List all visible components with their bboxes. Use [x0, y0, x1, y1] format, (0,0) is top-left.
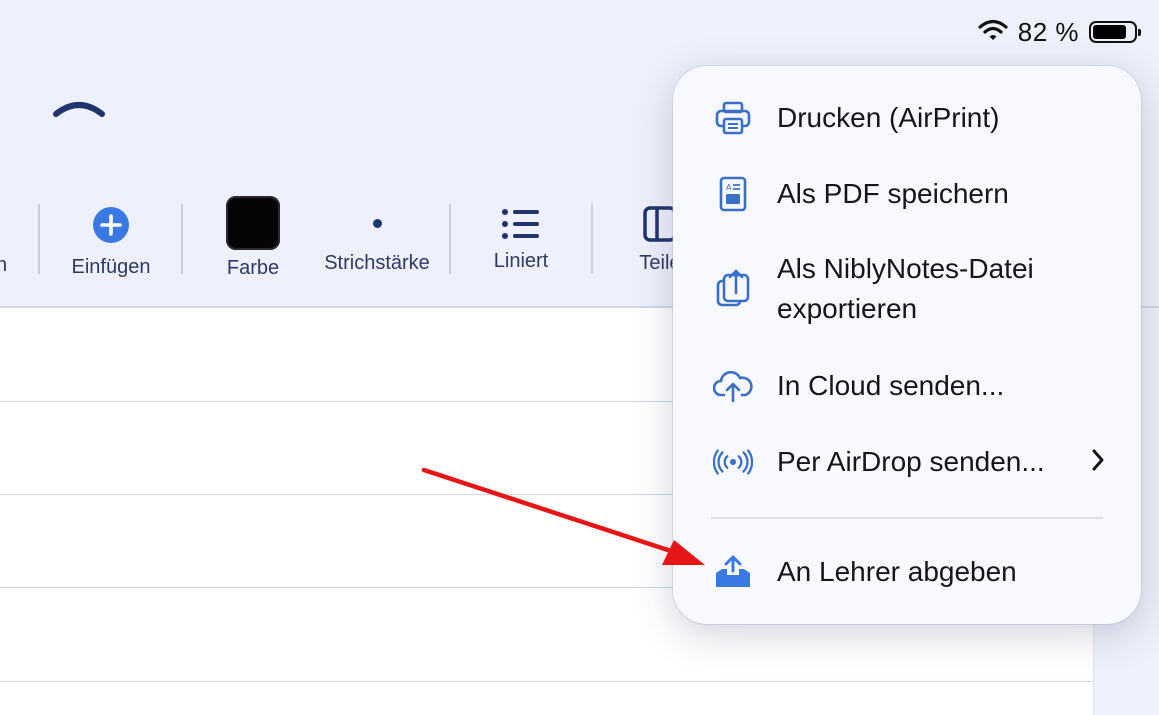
list-icon [501, 208, 541, 245]
lined-button[interactable]: Liniert [482, 188, 560, 273]
export-menu: Drucken (AirPrint) A Als PDF speichern A… [673, 66, 1141, 624]
menu-item-export-file[interactable]: Als NiblyNotes-Datei exportieren [673, 249, 1141, 329]
share-export-icon [713, 269, 753, 309]
menu-item-save-pdf[interactable]: A Als PDF speichern [673, 174, 1141, 214]
menu-item-label: Als PDF speichern [777, 178, 1009, 209]
color-button[interactable]: Farbe [220, 188, 286, 280]
battery-percent: 82 % [1017, 16, 1079, 47]
svg-text:A: A [726, 183, 732, 192]
stroke-dot-icon [372, 219, 382, 228]
insert-button[interactable]: Einfügen [66, 188, 156, 279]
menu-item-label: Per AirDrop senden... [777, 446, 1045, 477]
menu-item-label-line1: Als NiblyNotes-Datei [777, 253, 1034, 284]
toolbar-divider [449, 204, 451, 274]
printer-icon [713, 101, 753, 135]
menu-item-label: An Lehrer abgeben [777, 556, 1017, 587]
menu-item-label-line2: exportieren [777, 293, 918, 324]
battery-icon [1089, 21, 1141, 43]
menu-item-label: Drucken (AirPrint) [777, 102, 1000, 133]
split-view-icon [643, 206, 677, 247]
menu-divider [711, 517, 1103, 519]
menu-item-submit-teacher[interactable]: An Lehrer abgeben [673, 552, 1141, 592]
collapse-chevron-icon[interactable] [50, 96, 108, 125]
stroke-width-label: Strichstärke [324, 252, 430, 274]
ruled-line [0, 681, 1093, 682]
color-label: Farbe [226, 257, 280, 279]
status-bar: 82 % [978, 14, 1141, 50]
toolbar-item-partial[interactable]: n [0, 254, 7, 277]
menu-item-airdrop[interactable]: Per AirDrop senden... [673, 442, 1141, 482]
toolbar-divider [38, 204, 40, 274]
add-circle-icon [92, 206, 130, 249]
menu-item-label: In Cloud senden... [777, 370, 1005, 401]
lined-label: Liniert [493, 250, 549, 272]
toolbar-item-label: n [0, 254, 8, 276]
airdrop-icon [713, 449, 753, 475]
cloud-upload-icon [713, 369, 753, 403]
insert-label: Einfügen [71, 256, 151, 278]
toolbar-divider [181, 204, 183, 274]
tray-upload-icon [713, 555, 753, 589]
pdf-document-icon: A [713, 176, 753, 212]
color-swatch [226, 196, 280, 250]
chevron-right-icon [1091, 448, 1105, 477]
menu-item-cloud[interactable]: In Cloud senden... [673, 366, 1141, 406]
toolbar-divider [591, 204, 593, 274]
menu-item-print[interactable]: Drucken (AirPrint) [673, 98, 1141, 138]
stroke-width-button[interactable]: Strichstärke [316, 188, 438, 275]
wifi-icon [978, 19, 1008, 46]
